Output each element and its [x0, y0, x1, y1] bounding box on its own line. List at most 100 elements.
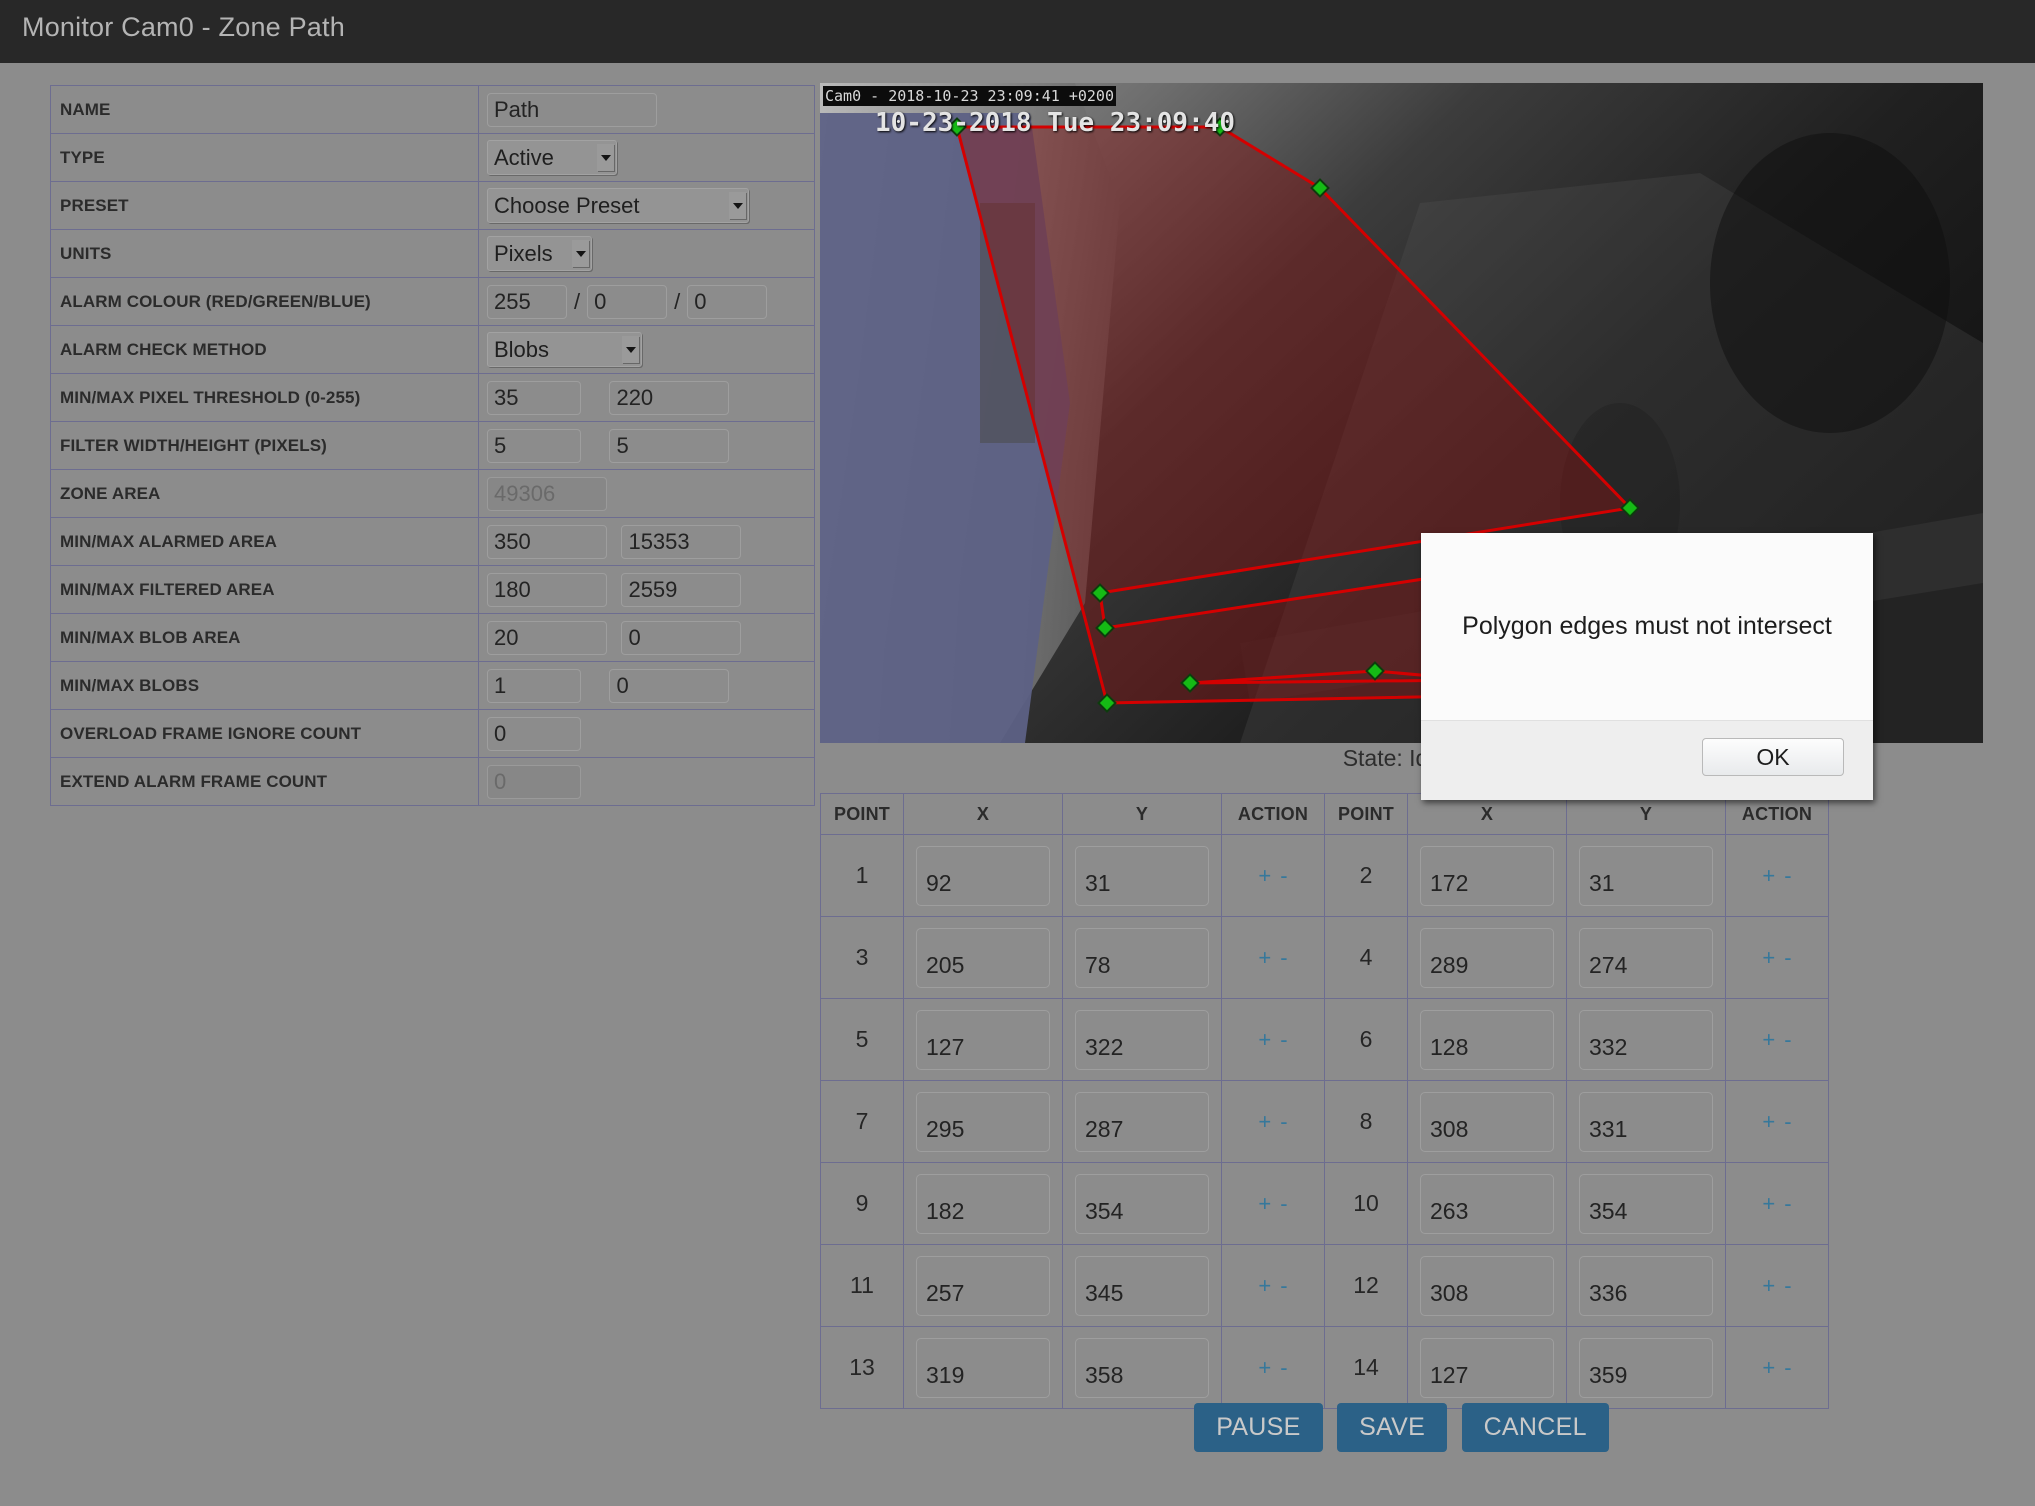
check-method-select[interactable]: Blobs: [487, 332, 642, 367]
blob-area-max-input[interactable]: [621, 620, 742, 655]
point-13-y-input[interactable]: [1075, 1337, 1209, 1398]
point-index-11: 11: [820, 1244, 904, 1327]
point-5-x-input[interactable]: [916, 1009, 1050, 1070]
page-title: Monitor Cam0 - Zone Path: [22, 12, 345, 42]
filtered-area-max-input[interactable]: [621, 572, 742, 607]
remove-point-4-button[interactable]: -: [1784, 945, 1791, 970]
cancel-button[interactable]: CANCEL: [1461, 1403, 1609, 1452]
point-11-x-input[interactable]: [916, 1255, 1050, 1316]
type-select[interactable]: Active: [487, 140, 617, 175]
alarmed-area-max-input[interactable]: [621, 524, 742, 559]
filtered-area-min-input[interactable]: [487, 572, 607, 607]
point-14-y-input[interactable]: [1579, 1337, 1713, 1398]
units-select[interactable]: Pixels: [487, 236, 592, 271]
remove-point-5-button[interactable]: -: [1280, 1027, 1287, 1052]
form-row-blob-area: MIN/MAX BLOB AREA: [50, 613, 815, 662]
remove-point-8-button[interactable]: -: [1784, 1109, 1791, 1134]
alarm-green-input[interactable]: [587, 284, 668, 319]
form-row-filtered-area: MIN/MAX FILTERED AREA: [50, 565, 815, 614]
point-2-y-input[interactable]: [1579, 845, 1713, 906]
add-point-after-9-button[interactable]: +: [1258, 1191, 1271, 1216]
point-9-y-input[interactable]: [1075, 1173, 1209, 1234]
point-4-y-input[interactable]: [1579, 927, 1713, 988]
add-point-after-1-button[interactable]: +: [1258, 863, 1271, 888]
point-12-y-input[interactable]: [1579, 1255, 1713, 1316]
point-11-y-input[interactable]: [1075, 1255, 1209, 1316]
field-alarm-colour: //: [478, 277, 815, 326]
add-point-after-10-button[interactable]: +: [1762, 1191, 1775, 1216]
alarm-red-input[interactable]: [487, 284, 567, 319]
overload-ignore-input[interactable]: [487, 716, 581, 751]
point-8-y-cell: [1566, 1080, 1726, 1163]
add-point-after-5-button[interactable]: +: [1258, 1027, 1271, 1052]
point-9-x-input[interactable]: [916, 1173, 1050, 1234]
point-7-action-cell: + -: [1221, 1080, 1325, 1163]
window-titlebar: Monitor Cam0 - Zone Path: [0, 0, 2035, 63]
add-point-after-12-button[interactable]: +: [1762, 1273, 1775, 1298]
point-8-x-input[interactable]: [1420, 1091, 1554, 1152]
name-input[interactable]: [487, 92, 657, 127]
form-row-preset: PRESET Choose Preset: [50, 181, 815, 230]
remove-point-2-button[interactable]: -: [1784, 863, 1791, 888]
point-12-y-cell: [1566, 1244, 1726, 1327]
alarm-blue-input[interactable]: [687, 284, 768, 319]
point-5-y-input[interactable]: [1075, 1009, 1209, 1070]
add-point-after-11-button[interactable]: +: [1258, 1273, 1271, 1298]
blobs-max-input[interactable]: [609, 668, 730, 703]
remove-point-7-button[interactable]: -: [1280, 1109, 1287, 1134]
point-10-x-input[interactable]: [1420, 1173, 1554, 1234]
preset-select[interactable]: Choose Preset: [487, 188, 749, 223]
point-10-y-input[interactable]: [1579, 1173, 1713, 1234]
remove-point-14-button[interactable]: -: [1784, 1355, 1791, 1380]
remove-point-11-button[interactable]: -: [1280, 1273, 1287, 1298]
point-index-12: 12: [1324, 1244, 1408, 1327]
add-point-after-2-button[interactable]: +: [1762, 863, 1775, 888]
point-2-x-input[interactable]: [1420, 845, 1554, 906]
filter-width-input[interactable]: [487, 428, 581, 463]
point-4-x-input[interactable]: [1420, 927, 1554, 988]
remove-point-1-button[interactable]: -: [1280, 863, 1287, 888]
add-point-after-6-button[interactable]: +: [1762, 1027, 1775, 1052]
point-6-y-input[interactable]: [1579, 1009, 1713, 1070]
point-12-x-input[interactable]: [1420, 1255, 1554, 1316]
add-point-after-7-button[interactable]: +: [1258, 1109, 1271, 1134]
add-point-after-4-button[interactable]: +: [1762, 945, 1775, 970]
form-row-overload-ignore: OVERLOAD FRAME IGNORE COUNT: [50, 709, 815, 758]
remove-point-9-button[interactable]: -: [1280, 1191, 1287, 1216]
point-8-y-input[interactable]: [1579, 1091, 1713, 1152]
blob-area-min-input[interactable]: [487, 620, 607, 655]
point-2-x-cell: [1407, 834, 1567, 917]
point-14-x-input[interactable]: [1420, 1337, 1554, 1398]
point-14-y-cell: [1566, 1326, 1726, 1409]
point-3-y-input[interactable]: [1075, 927, 1209, 988]
remove-point-10-button[interactable]: -: [1784, 1191, 1791, 1216]
alarmed-area-min-input[interactable]: [487, 524, 607, 559]
add-point-after-14-button[interactable]: +: [1762, 1355, 1775, 1380]
point-7-x-input[interactable]: [916, 1091, 1050, 1152]
pause-button[interactable]: PAUSE: [1194, 1403, 1323, 1452]
remove-point-3-button[interactable]: -: [1280, 945, 1287, 970]
remove-point-13-button[interactable]: -: [1280, 1355, 1287, 1380]
add-point-after-13-button[interactable]: +: [1258, 1355, 1271, 1380]
remove-point-12-button[interactable]: -: [1784, 1273, 1791, 1298]
blobs-min-input[interactable]: [487, 668, 581, 703]
point-index-1: 1: [820, 834, 904, 917]
remove-point-6-button[interactable]: -: [1784, 1027, 1791, 1052]
add-point-after-3-button[interactable]: +: [1258, 945, 1271, 970]
point-7-y-input[interactable]: [1075, 1091, 1209, 1152]
alert-ok-button[interactable]: OK: [1702, 738, 1844, 776]
pixel-threshold-max-input[interactable]: [609, 380, 730, 415]
point-3-x-input[interactable]: [916, 927, 1050, 988]
point-index-7: 7: [820, 1080, 904, 1163]
save-button[interactable]: SAVE: [1337, 1403, 1448, 1452]
filter-height-input[interactable]: [609, 428, 730, 463]
point-6-x-input[interactable]: [1420, 1009, 1554, 1070]
point-13-x-input[interactable]: [916, 1337, 1050, 1398]
label-filtered-area: MIN/MAX FILTERED AREA: [50, 565, 479, 614]
pixel-threshold-min-input[interactable]: [487, 380, 581, 415]
point-1-x-input[interactable]: [916, 845, 1050, 906]
add-point-after-8-button[interactable]: +: [1762, 1109, 1775, 1134]
point-4-x-cell: [1407, 916, 1567, 999]
label-type: TYPE: [50, 133, 479, 182]
point-1-y-input[interactable]: [1075, 845, 1209, 906]
